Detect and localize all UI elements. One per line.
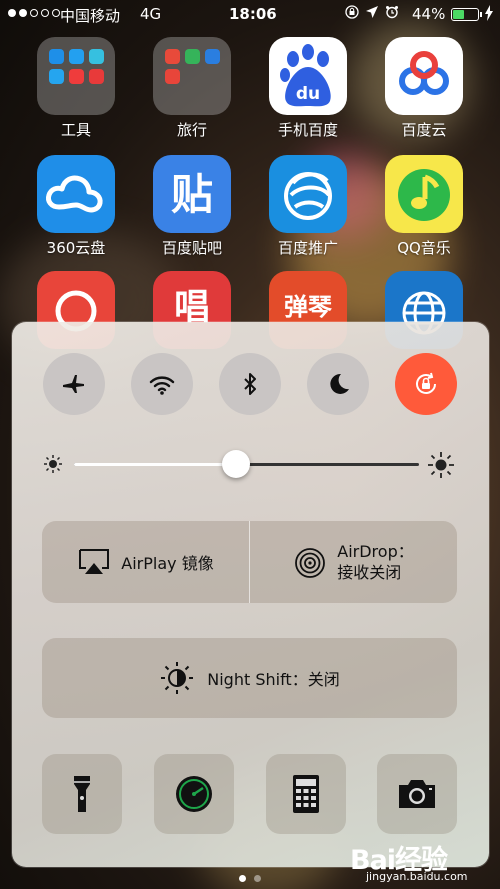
app-label: 百度贴吧 xyxy=(161,239,222,257)
page-dot-active xyxy=(239,875,246,882)
svg-text:du: du xyxy=(296,84,320,104)
flashlight-button[interactable] xyxy=(42,754,122,834)
app-label: 百度推广 xyxy=(277,239,338,257)
baidu-promotion-icon xyxy=(269,155,347,233)
airplane-mode-toggle[interactable] xyxy=(43,353,105,415)
app-label: QQ音乐 xyxy=(397,239,451,257)
calculator-button[interactable] xyxy=(266,754,346,834)
calculator-icon xyxy=(293,775,319,813)
airplay-icon xyxy=(79,549,110,574)
app-baidu-cloud[interactable]: 百度云 xyxy=(383,37,465,140)
app-label: 旅行 xyxy=(176,121,207,139)
app-label: 手机百度 xyxy=(277,121,338,139)
rotation-lock-toggle[interactable] xyxy=(395,353,457,415)
baidu-cloud-icon xyxy=(385,37,463,115)
watermark-url: jingyan.baidu.com xyxy=(366,870,468,883)
app-baidu-promotion[interactable]: 百度推广 xyxy=(267,155,349,258)
charging-bolt-icon xyxy=(485,5,493,21)
timer-button[interactable] xyxy=(154,754,234,834)
folder-tile xyxy=(153,37,231,115)
carrier-label: 中国移动 xyxy=(60,7,121,25)
brightness-low-icon xyxy=(44,455,62,473)
alarm-icon xyxy=(386,6,398,19)
moon-icon xyxy=(330,373,349,394)
360-cloud-icon xyxy=(37,155,115,233)
qq-music-icon xyxy=(385,155,463,233)
wifi-toggle[interactable] xyxy=(131,353,193,415)
page-indicator xyxy=(239,875,261,882)
page-dot xyxy=(254,875,261,882)
night-shift-button[interactable]: Night Shift：关闭 xyxy=(42,638,457,718)
brightness-slider[interactable] xyxy=(42,449,462,479)
airdrop-status: 接收关闭 xyxy=(337,563,402,582)
folder-tile xyxy=(37,37,115,115)
app-folder-travel[interactable]: 旅行 xyxy=(151,37,233,140)
app-folder-tools[interactable]: 工具 xyxy=(35,37,117,140)
airplay-airdrop-row: AirPlay 镜像 AirDrop： 接收关闭 xyxy=(42,521,457,603)
app-label: 百度云 xyxy=(401,121,447,139)
bluetooth-icon xyxy=(244,373,256,395)
control-center: AirPlay 镜像 AirDrop： 接收关闭 Night Shift：关闭 xyxy=(12,322,489,867)
airplane-icon xyxy=(63,375,84,393)
network-type: 4G xyxy=(140,5,162,23)
watermark: Bai经验 jingyan.baidu.com xyxy=(350,838,495,886)
svg-text:弹琴: 弹琴 xyxy=(284,293,332,321)
airdrop-title: AirDrop： xyxy=(337,542,414,561)
camera-button[interactable] xyxy=(377,754,457,834)
flashlight-icon xyxy=(74,776,90,812)
airdrop-icon xyxy=(295,548,326,578)
battery-percent: 44% xyxy=(412,5,446,23)
status-time: 18:06 xyxy=(229,5,277,23)
app-baidu[interactable]: du 手机百度 xyxy=(267,37,349,140)
app-label: 工具 xyxy=(60,121,91,139)
camera-icon xyxy=(399,780,435,808)
app-baidu-tieba[interactable]: 贴 百度贴吧 xyxy=(151,155,233,258)
bluetooth-toggle[interactable] xyxy=(219,353,281,415)
app-360-cloud[interactable]: 360云盘 xyxy=(35,155,117,258)
brightness-high-icon xyxy=(428,452,454,478)
signal-strength-icon xyxy=(8,9,60,17)
status-bar: 中国移动 4G 18:06 44% xyxy=(0,0,500,30)
airplay-label: AirPlay 镜像 xyxy=(121,554,214,573)
rotation-lock-icon xyxy=(416,372,436,394)
battery-icon xyxy=(451,8,482,21)
brightness-thumb[interactable] xyxy=(222,450,251,478)
svg-text:贴: 贴 xyxy=(171,170,213,219)
airdrop-button[interactable]: AirDrop： 接收关闭 xyxy=(249,521,457,603)
app-qq-music[interactable]: QQ音乐 xyxy=(383,155,465,258)
app-label: 360云盘 xyxy=(46,239,106,257)
night-shift-label: Night Shift：关闭 xyxy=(207,670,340,689)
rotation-lock-status-icon xyxy=(345,5,359,19)
night-shift-icon xyxy=(161,662,194,694)
airplay-button[interactable]: AirPlay 镜像 xyxy=(42,521,249,603)
tieba-icon: 贴 xyxy=(153,155,231,233)
location-icon xyxy=(366,6,378,18)
timer-icon xyxy=(176,776,212,812)
do-not-disturb-toggle[interactable] xyxy=(307,353,369,415)
baidu-paw-icon: du xyxy=(269,37,347,115)
wifi-icon xyxy=(149,376,175,395)
